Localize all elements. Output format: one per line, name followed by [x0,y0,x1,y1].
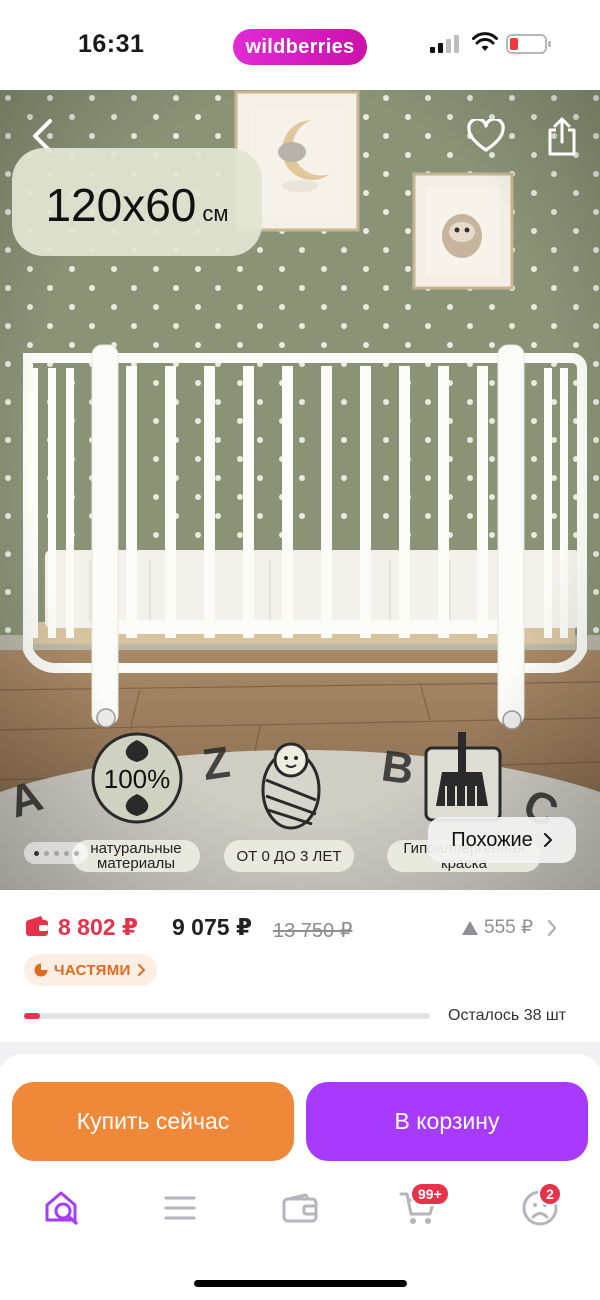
product-image-gallery[interactable]: A Z B C [0,90,600,890]
regular-price: 9 075 ₽ [172,914,252,940]
home-search-icon [45,1191,78,1225]
pager-dot-active [33,850,39,856]
brand-logo: wildberries [233,29,367,65]
tab-home-search[interactable] [40,1186,84,1230]
similar-products-label: Похожие [451,828,533,851]
chevron-right-icon [543,832,552,848]
profile-notifications-badge: 2 [538,1182,562,1206]
pager-dot [43,850,49,856]
chevron-right-icon [137,964,145,976]
wallet-price: 8 802 ₽ [58,914,138,940]
triangle-up-icon [462,920,478,935]
wallet-icon [282,1193,318,1223]
image-pager[interactable] [24,842,88,864]
pager-dot [63,850,69,856]
feature-age-label: ОТ 0 ДО 3 ЛЕТ [224,840,354,872]
size-unit: см [202,201,229,226]
chevron-right-icon [547,919,557,936]
installments-label: ЧАСТЯМИ [54,961,131,979]
wifi-icon [472,32,498,51]
share-icon [548,117,576,156]
pager-dot [73,850,79,856]
size-value: 120x60 [45,179,197,231]
installments-button[interactable]: ЧАСТЯМИ [24,954,157,986]
status-time: 16:31 [78,30,145,58]
old-price: 13 750 ₽ [273,920,353,942]
cart-count-badge: 99+ [410,1182,450,1206]
pie-chart-icon [34,963,48,977]
pager-dot [53,850,59,856]
heart-icon [467,119,505,152]
battery-icon [506,34,551,54]
stock-progress-bar [24,1013,430,1019]
add-to-cart-button[interactable]: В корзину [306,1082,588,1161]
similar-products-button[interactable]: Похожие [428,817,576,863]
favorite-button[interactable] [462,114,510,158]
tab-catalog[interactable] [158,1186,202,1230]
wallet-price-icon [26,916,48,936]
cellular-signal-icon [430,35,459,53]
price-drop-value: 555 ₽ [484,917,534,938]
buy-now-button[interactable]: Купить сейчас [12,1082,294,1161]
menu-icon [164,1196,196,1220]
feature-natural-materials-label: натуральные материалы [72,840,200,872]
status-bar: 16:31 wildberries [0,0,600,90]
share-button[interactable] [540,112,584,160]
tab-profile[interactable]: 2 [518,1182,562,1230]
svg-text:100%: 100% [104,764,171,794]
tab-cart[interactable]: 99+ [396,1182,450,1230]
size-badge: 120x60 см [12,148,262,256]
home-indicator [194,1280,407,1287]
tab-wallet[interactable] [278,1186,322,1230]
stock-remaining-label: Осталось 38 шт [448,1007,567,1024]
stock-progress-fill [24,1013,41,1019]
price-history-button[interactable]: 555 ₽ [461,916,558,939]
